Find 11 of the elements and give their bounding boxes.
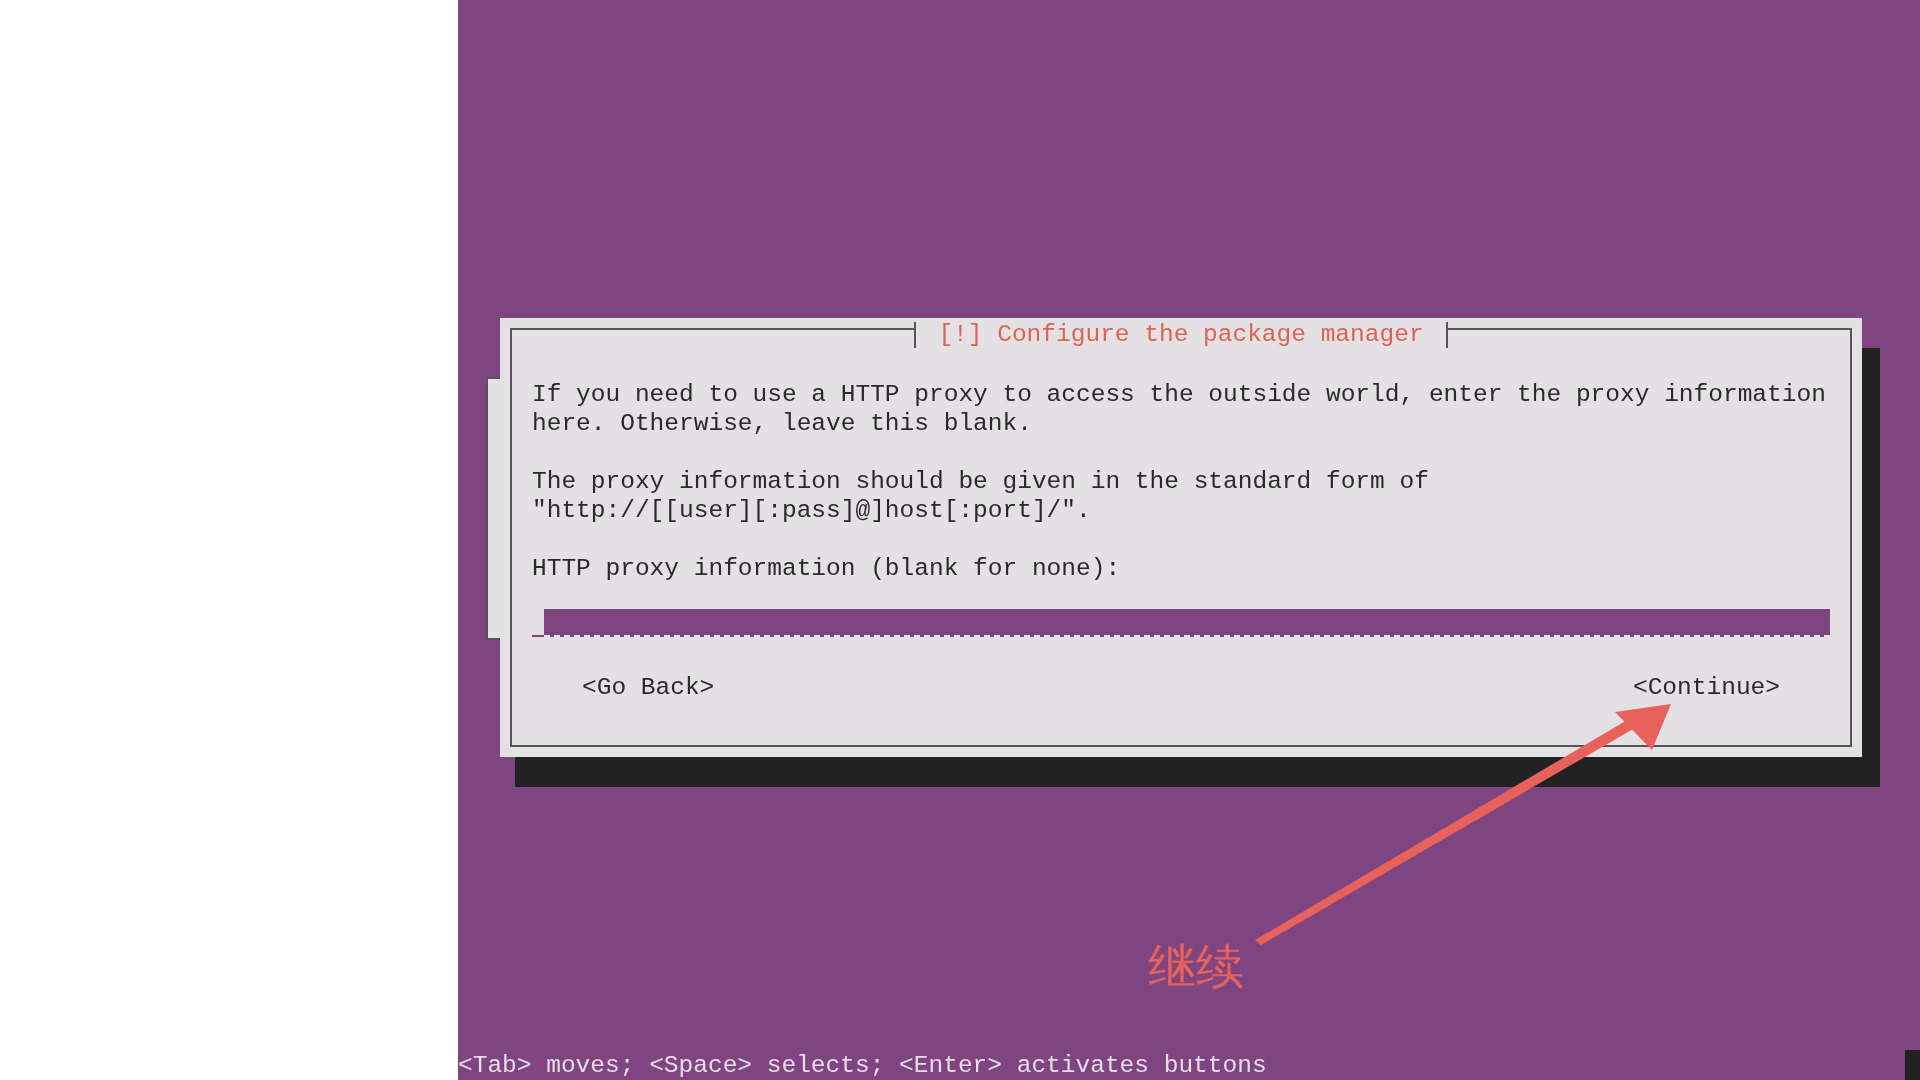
field-label: HTTP proxy information (blank for none):: [532, 554, 1122, 583]
dialog-button[interactable]: <Continue>: [1632, 673, 1780, 702]
proxy-input-field[interactable]: [544, 609, 1830, 637]
terminal-block: [1905, 1050, 1920, 1080]
dialog-paragraph: If you need to use a HTTP proxy to access the outside world, enter the proxy information here. Otherwise, leave this blank.: [532, 380, 1827, 438]
dialog-button[interactable]: <Go Back>: [582, 673, 715, 702]
dialog-paragraph: The proxy information should be given in the standard form of "http://[[user][:pass]@]host[:port]/".: [532, 467, 1430, 525]
status-bar-hint: <Tab> moves; <Space> selects; <Enter> activates buttons: [458, 1052, 1267, 1080]
text-cursor: [532, 635, 544, 637]
dialog-title: [!] Configure the package manager: [914, 322, 1448, 348]
annotation-label: 继续: [1148, 938, 1244, 994]
